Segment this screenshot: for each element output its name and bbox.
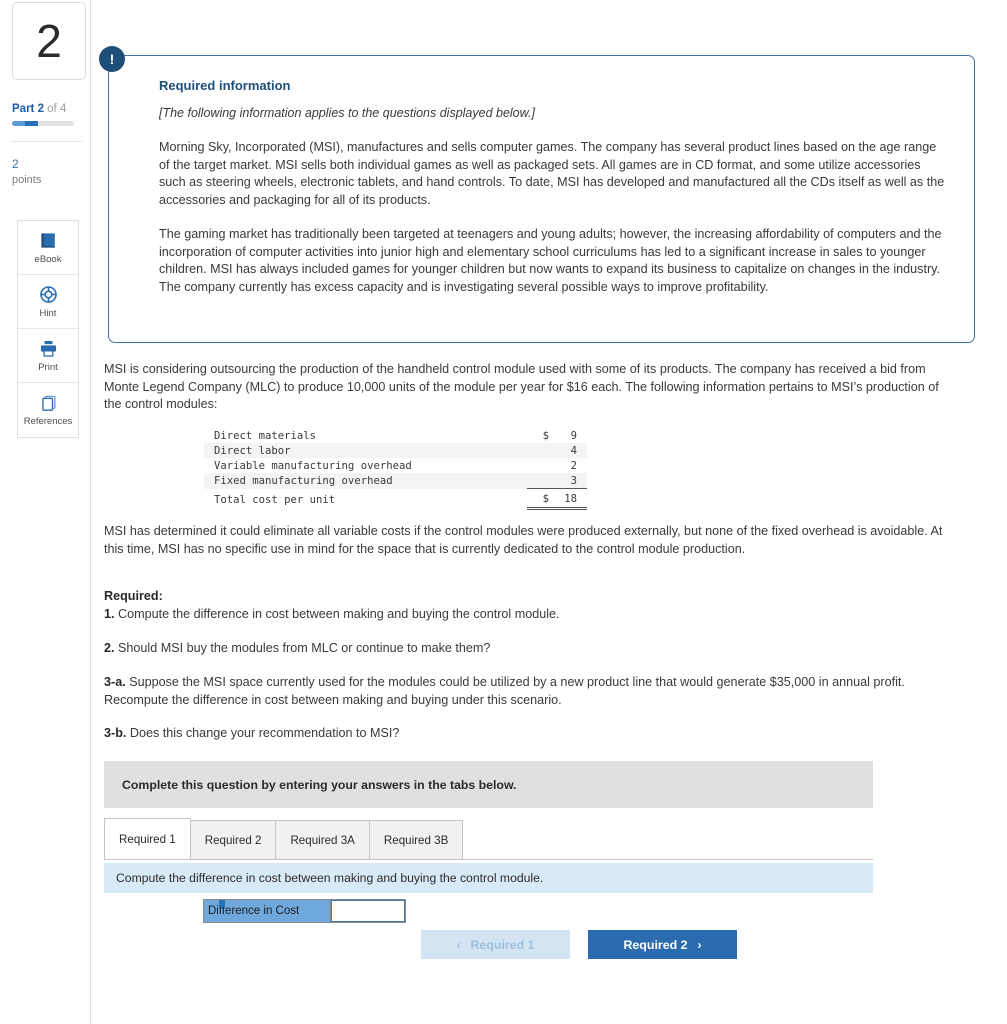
table-row: Direct materials $ 9 [204, 428, 587, 443]
cost-row-value: 9 [570, 429, 577, 442]
question-number-card: 2 [12, 2, 86, 80]
cost-row-value: 4 [553, 443, 587, 458]
requirement-2-number: 2. [104, 641, 115, 655]
cost-row-value: 3 [553, 473, 587, 489]
cost-per-unit-table: Direct materials $ 9 Direct labor 4 Vari… [204, 428, 587, 510]
prev-requirement-label: Required 1 [470, 937, 535, 952]
cell-selection-marker [219, 900, 225, 907]
tool-panel: eBook Hint Print References [17, 220, 79, 438]
progress-segment-2 [25, 121, 38, 126]
sidebar-item-references[interactable]: References [18, 383, 78, 437]
requirement-3a-text: Suppose the MSI space currently used for… [104, 675, 905, 707]
required-information-title: Required information [159, 78, 291, 93]
requirement-3a: 3-a. Suppose the MSI space currently use… [104, 674, 949, 709]
sidebar-divider [10, 141, 82, 142]
part-total: of 4 [43, 103, 67, 115]
tab-required-2[interactable]: Required 2 [189, 820, 277, 860]
assignment-page: 2 Part 2 of 4 2 points eBook Hint Print … [0, 0, 1007, 1024]
question-body: ! Required information [The following in… [91, 0, 1007, 1024]
requirement-3b-text: Does this change your recommendation to … [126, 726, 400, 740]
cost-row-label: Fixed manufacturing overhead [204, 473, 527, 489]
requirement-1-number: 1. [104, 607, 115, 621]
outsourcing-paragraph: MSI is considering outsourcing the produ… [104, 362, 939, 411]
requirement-1: 1. Compute the difference in cost betwee… [104, 606, 949, 624]
part-current: Part 2 [12, 103, 44, 115]
eliminate-costs-paragraph: MSI has determined it could eliminate al… [104, 524, 943, 556]
answer-grid-row: Difference in Cost [203, 899, 406, 923]
question-sidebar: 2 Part 2 of 4 2 points eBook Hint Print … [0, 0, 91, 1024]
requirement-3b: 3-b. Does this change your recommendatio… [104, 725, 949, 743]
table-row: Fixed manufacturing overhead 3 [204, 473, 587, 489]
tab-prompt: Compute the difference in cost between m… [104, 863, 873, 893]
lifebuoy-icon [39, 285, 58, 305]
question-number: 2 [36, 15, 62, 67]
cost-row-label: Direct materials [214, 429, 317, 442]
requirement-3a-number: 3-a. [104, 675, 126, 689]
difference-in-cost-input[interactable] [331, 900, 405, 922]
requirement-3b-number: 3-b. [104, 726, 127, 740]
cost-row-label: Direct labor [204, 443, 527, 458]
sidebar-item-print[interactable]: Print [18, 329, 78, 383]
tab-strip-underline [104, 859, 873, 860]
cost-row-label: Variable manufacturing overhead [214, 459, 412, 472]
requirement-2: 2. Should MSI buy the modules from MLC o… [104, 640, 949, 658]
table-row: Direct labor 4 [204, 443, 587, 458]
copy-pages-icon [39, 393, 58, 413]
tab-required-3b[interactable]: Required 3B [368, 820, 464, 860]
printer-icon [39, 339, 58, 359]
scenario-paragraph-1: Morning Sky, Incorporated (MSI), manufac… [159, 140, 945, 207]
cost-total-currency: $ [527, 488, 553, 510]
sidebar-item-references-label: References [23, 416, 73, 427]
cost-row-value: 2 [570, 459, 577, 472]
tab-required-1[interactable]: Required 1 [104, 818, 191, 860]
sidebar-item-print-label: Print [38, 361, 58, 373]
scenario-paragraph-2: The gaming market has traditionally been… [159, 227, 942, 294]
cost-total-label: Total cost per unit [214, 493, 336, 506]
required-information-box: Required information [The following info… [108, 55, 975, 343]
prev-requirement-button[interactable]: ‹ Required 1 [421, 930, 570, 959]
chevron-right-icon: › [697, 937, 702, 952]
cost-row-currency [527, 458, 553, 473]
complete-question-banner: Complete this question by entering your … [104, 761, 873, 808]
table-row: Variable manufacturing overhead 2 [204, 458, 587, 473]
required-heading: Required: [104, 589, 163, 603]
sidebar-item-hint-label: Hint [39, 307, 57, 319]
chevron-left-icon: ‹ [456, 937, 461, 952]
next-requirement-label: Required 2 [623, 937, 688, 952]
cost-row-currency [527, 443, 553, 458]
requirement-1-text: Compute the difference in cost between m… [114, 607, 560, 621]
points-label: points [12, 174, 42, 186]
requirement-2-text: Should MSI buy the modules from MLC or c… [114, 641, 491, 655]
cost-total-value: 18 [553, 488, 587, 510]
tab-required-3a[interactable]: Required 3A [275, 820, 370, 860]
progress-segment-1 [12, 121, 25, 126]
requirement-tabs: Required 1 Required 2 Required 3A Requir… [104, 818, 464, 860]
cost-row-currency [527, 473, 553, 489]
next-requirement-button[interactable]: Required 2 › [588, 930, 737, 959]
alert-icon: ! [99, 46, 125, 72]
sidebar-item-ebook[interactable]: eBook [18, 221, 78, 275]
cost-total-row: Total cost per unit $ 18 [204, 488, 587, 510]
sidebar-item-ebook-label: eBook [34, 253, 62, 265]
part-indicator: Part 2 of 4 [12, 103, 66, 115]
required-information-note: [The following information applies to th… [159, 106, 535, 120]
points-value: 2 [12, 157, 19, 171]
ebook-icon [39, 231, 58, 251]
cost-row-currency: $ [542, 429, 549, 442]
sidebar-item-hint[interactable]: Hint [18, 275, 78, 329]
part-progress-bar [12, 121, 74, 126]
